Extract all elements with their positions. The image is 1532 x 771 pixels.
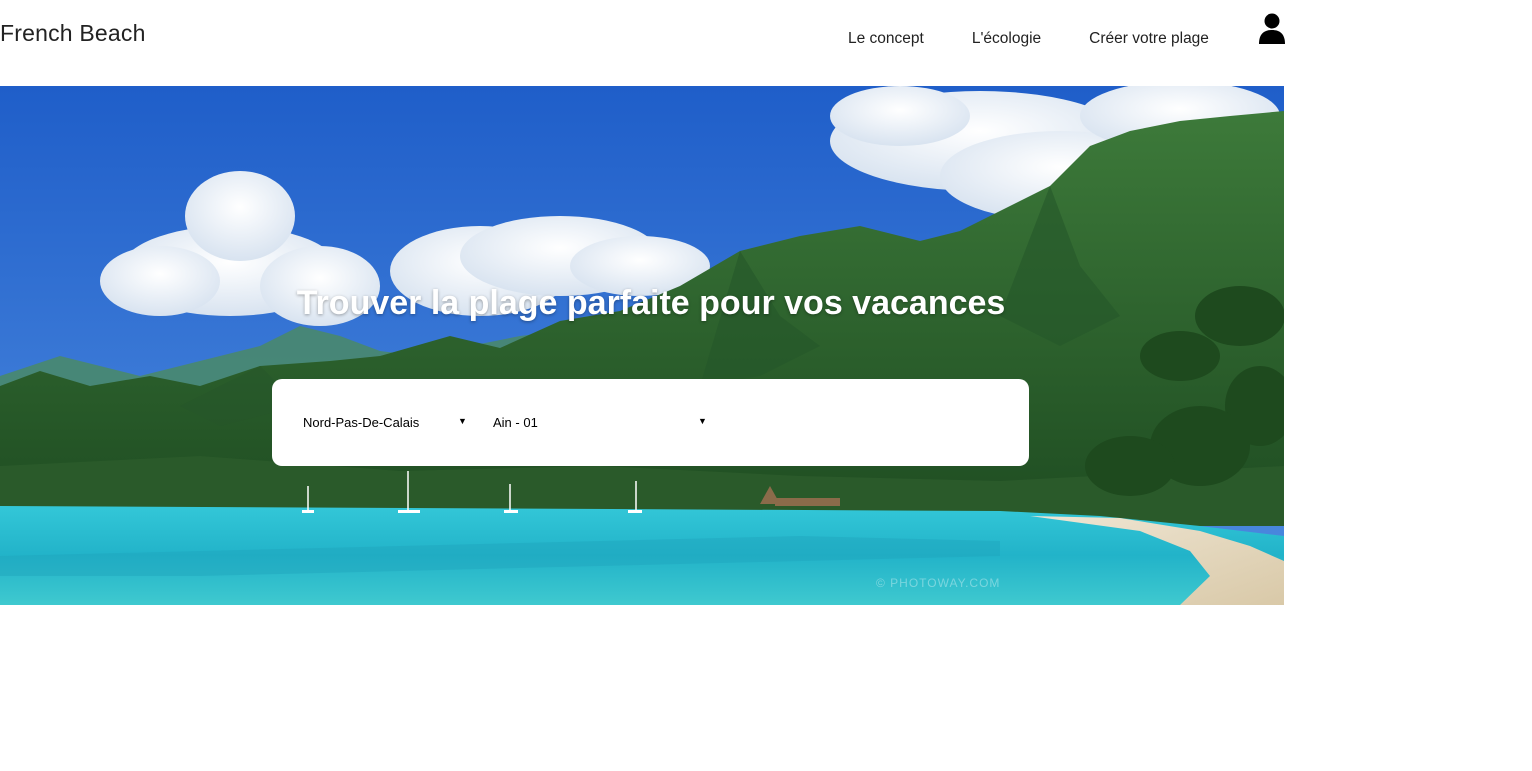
hero-title: Trouver la plage parfaite pour vos vacan… — [296, 284, 1006, 322]
nav-link-creer-plage[interactable]: Créer votre plage — [1089, 30, 1209, 48]
brand-logo[interactable]: French Beach — [0, 20, 146, 47]
hero-banner: Trouver la plage parfaite pour vos vacan… — [0, 86, 1284, 605]
user-icon[interactable] — [1258, 13, 1286, 45]
search-panel: Nord-Pas-De-Calais ▼ Ain - 01 ▼ — [272, 379, 1029, 466]
nav-link-ecologie[interactable]: L'écologie — [972, 30, 1041, 48]
department-select-value: Ain - 01 — [493, 415, 538, 430]
dropdown-arrow-icon: ▼ — [698, 416, 707, 426]
region-select-value: Nord-Pas-De-Calais — [303, 415, 420, 430]
department-select[interactable]: Ain - 01 ▼ — [493, 413, 708, 433]
beach-landscape-image — [0, 86, 1284, 605]
photo-watermark: © PHOTOWAY.COM — [876, 576, 1001, 590]
dropdown-arrow-icon: ▼ — [458, 416, 467, 426]
region-select[interactable]: Nord-Pas-De-Calais ▼ — [303, 413, 468, 433]
site-header: French Beach Le concept L'écologie Créer… — [0, 0, 1286, 86]
main-nav: Le concept L'écologie Créer votre plage — [848, 30, 1209, 48]
nav-link-concept[interactable]: Le concept — [848, 30, 924, 48]
page: French Beach Le concept L'écologie Créer… — [0, 0, 1532, 771]
